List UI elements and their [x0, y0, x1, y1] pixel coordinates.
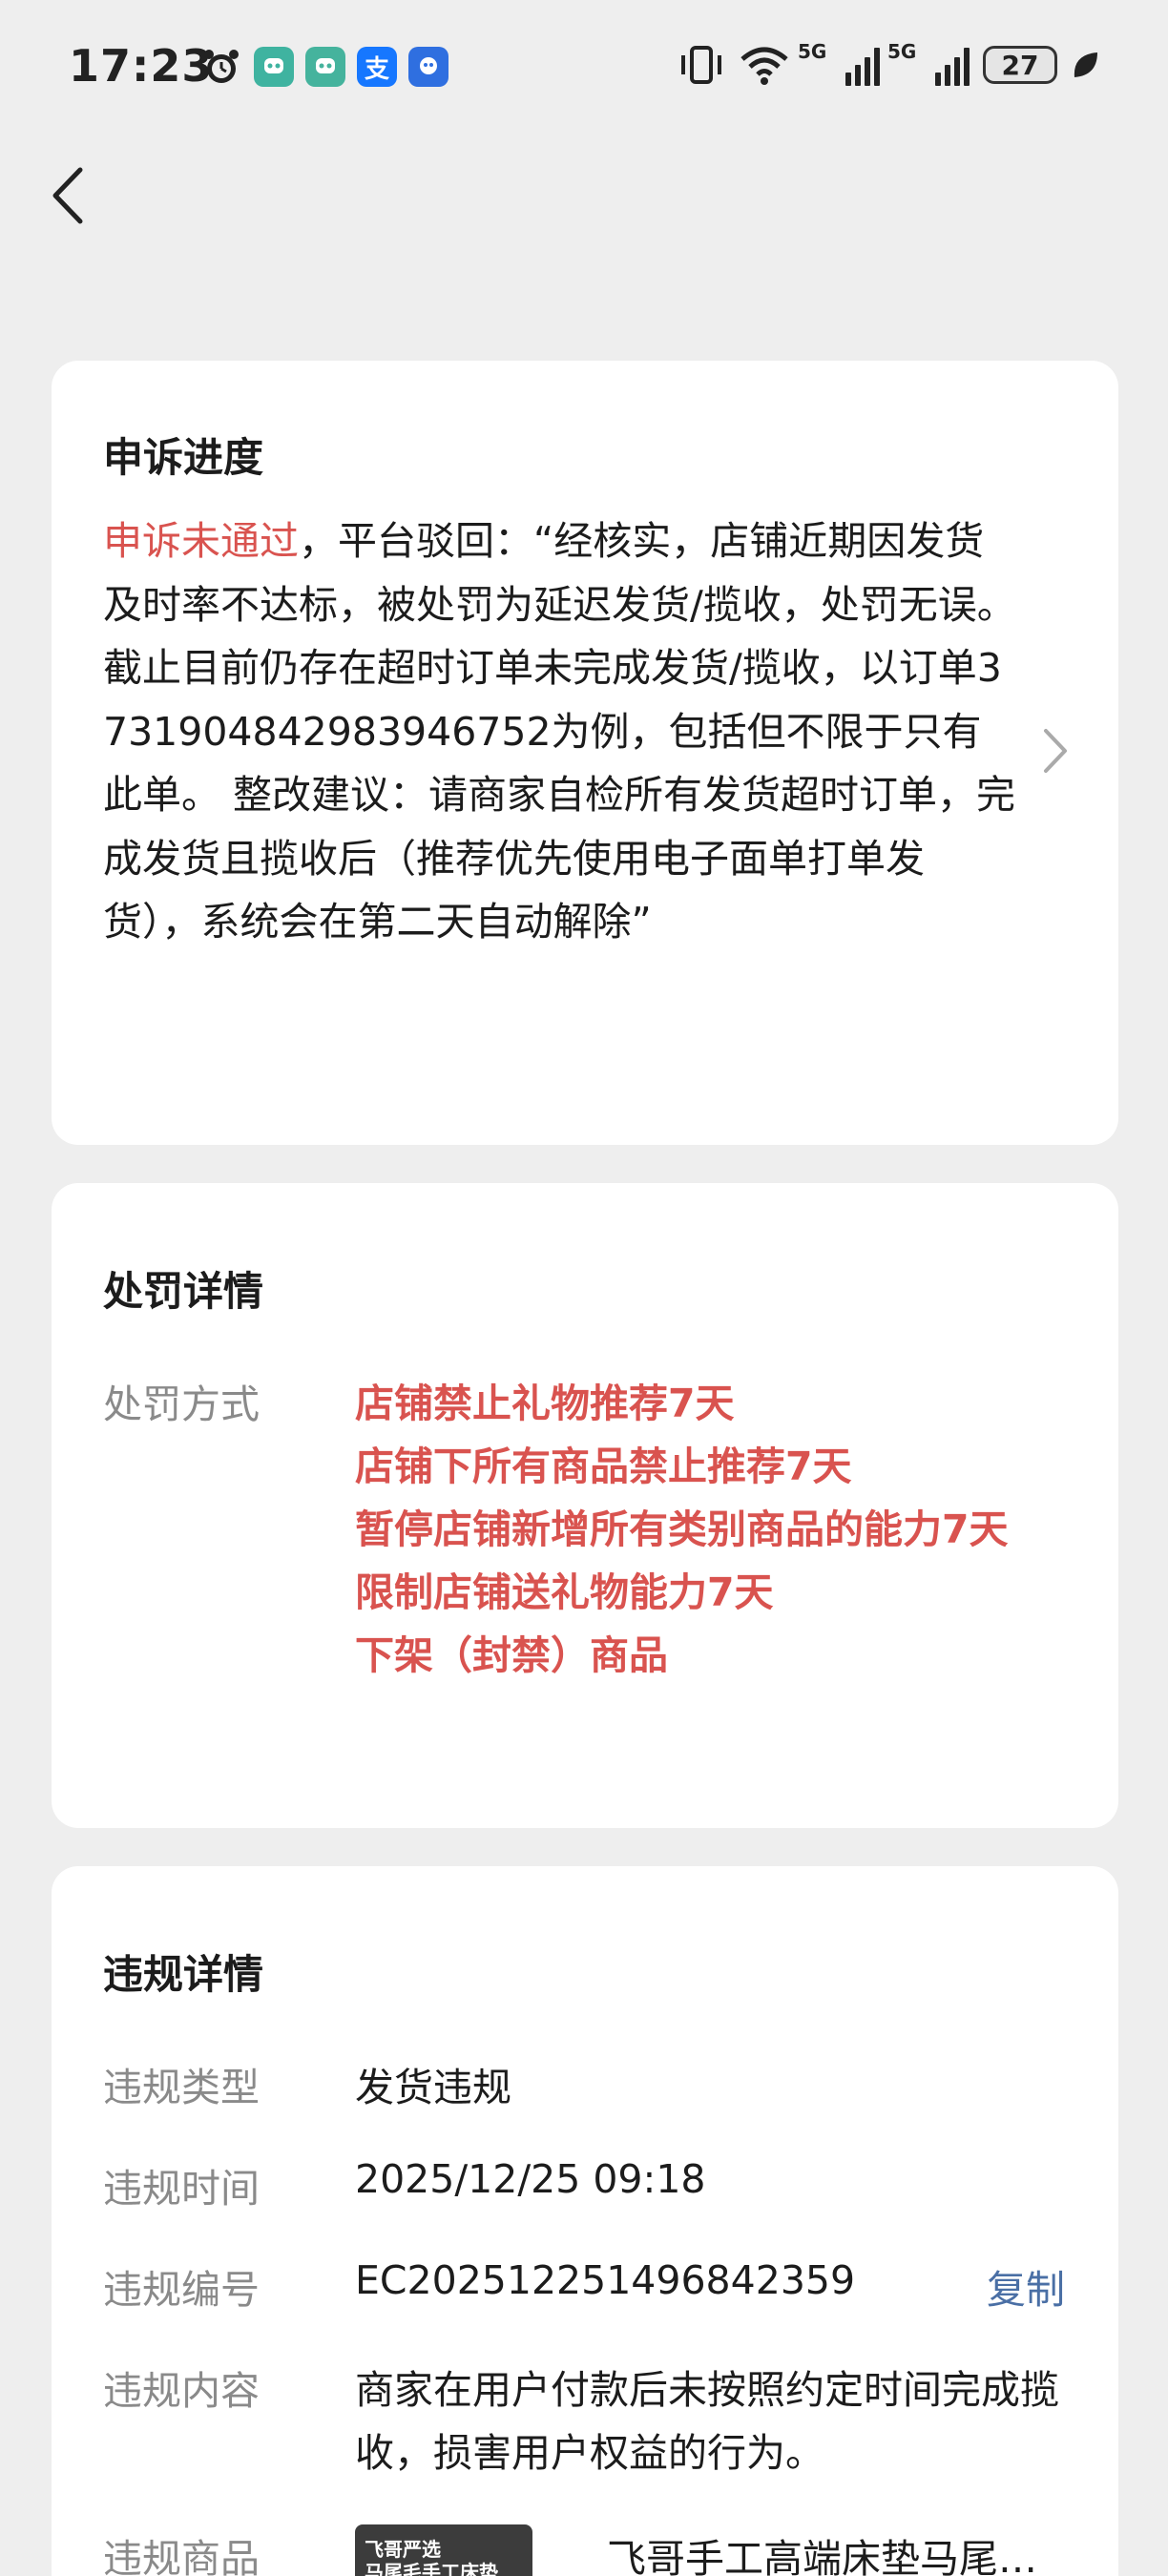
- penalty-item: 暂停店铺新增所有类别商品的能力7天: [355, 1506, 1009, 1552]
- product-thumbnail[interactable]: 飞哥严选 马尾毛手工床垫: [355, 2524, 532, 2576]
- signal-strength-icon-1: 5G: [798, 40, 880, 86]
- app-green-icon: [254, 47, 294, 87]
- penalty-item: 限制店铺送礼物能力7天: [355, 1569, 774, 1615]
- penalty-details-card: 处罚详情 处罚方式 店铺禁止礼物推荐7天 店铺下所有商品禁止推荐7天 暂停店铺新…: [52, 1183, 1118, 1828]
- violation-product-label: 违规商品: [103, 2536, 260, 2576]
- alipay-icon: 支: [357, 47, 397, 87]
- appeal-reason: ，平台驳回：“经核实，店铺近期因发货及时率不达标，被处罚为延迟发货/揽收，处罚无…: [103, 518, 1016, 945]
- violation-time-label: 违规时间: [103, 2166, 260, 2212]
- violation-id-value: EC202512251496842359: [355, 2257, 856, 2303]
- violation-details-card: 违规详情 违规类型 发货违规 违规时间 2025/12/25 09:18 违规编…: [52, 1866, 1118, 2576]
- copy-button[interactable]: 复制: [987, 2257, 1065, 2315]
- appeal-status: 申诉未通过: [103, 518, 299, 564]
- notification-icons: 支: [200, 46, 448, 88]
- alarm-icon: [204, 50, 239, 83]
- back-arrow-icon[interactable]: [48, 162, 90, 229]
- violation-id-label: 违规编号: [103, 2267, 260, 2313]
- product-thumb-text: 马尾毛手工床垫: [365, 2561, 498, 2576]
- status-time: 17:23: [69, 40, 214, 92]
- status-indicators: 5G 5G 27: [678, 40, 1099, 86]
- leaf-icon: [1074, 52, 1097, 77]
- vibrate-icon: [681, 46, 721, 84]
- signal-strength-icon-2: 5G: [887, 40, 970, 86]
- penalty-method-list: 店铺禁止礼物推荐7天 店铺下所有商品禁止推荐7天 暂停店铺新增所有类别商品的能力…: [355, 1372, 1080, 1687]
- app-blue-icon: [408, 47, 448, 87]
- appeal-progress-card[interactable]: 申诉进度 申诉未通过，平台驳回：“经核实，店铺近期因发货及时率不达标，被处罚为延…: [52, 361, 1118, 1145]
- penalty-details-title: 处罚详情: [103, 1268, 264, 1315]
- violation-type-label: 违规类型: [103, 2065, 260, 2110]
- violation-time-value: 2025/12/25 09:18: [355, 2156, 706, 2202]
- violation-details-title: 违规详情: [103, 1951, 264, 1998]
- penalty-method-label: 处罚方式: [103, 1381, 260, 1427]
- appeal-progress-title: 申诉进度: [103, 434, 264, 481]
- appeal-detail-page: 17:23 支 5G 5G 27 申诉进度 申诉未通过，平台驳回：“经核实，店铺…: [0, 0, 1168, 2576]
- product-thumb-text: 飞哥严选: [365, 2538, 441, 2561]
- violation-type-value: 发货违规: [355, 2065, 511, 2110]
- violation-content-label: 违规内容: [103, 2368, 260, 2414]
- battery-indicator: 27: [983, 46, 1057, 84]
- status-bar: 17:23 支 5G 5G 27: [0, 0, 1168, 134]
- violation-content-value: 商家在用户付款后未按照约定时间完成揽收，损害用户权益的行为。: [355, 2367, 1059, 2476]
- chevron-right-icon[interactable]: [1042, 727, 1069, 775]
- penalty-item: 店铺禁止礼物推荐7天: [355, 1381, 735, 1426]
- product-name[interactable]: 飞哥手工高端床垫马尾…: [607, 2526, 1037, 2576]
- appeal-result-text: 申诉未通过，平台驳回：“经核实，店铺近期因发货及时率不达标，被处罚为延迟发货/揽…: [103, 509, 1019, 954]
- wifi-icon: [740, 47, 788, 85]
- penalty-item: 下架（封禁）商品: [355, 1632, 668, 1678]
- penalty-item: 店铺下所有商品禁止推荐7天: [355, 1444, 852, 1489]
- app-green2-icon: [305, 47, 345, 87]
